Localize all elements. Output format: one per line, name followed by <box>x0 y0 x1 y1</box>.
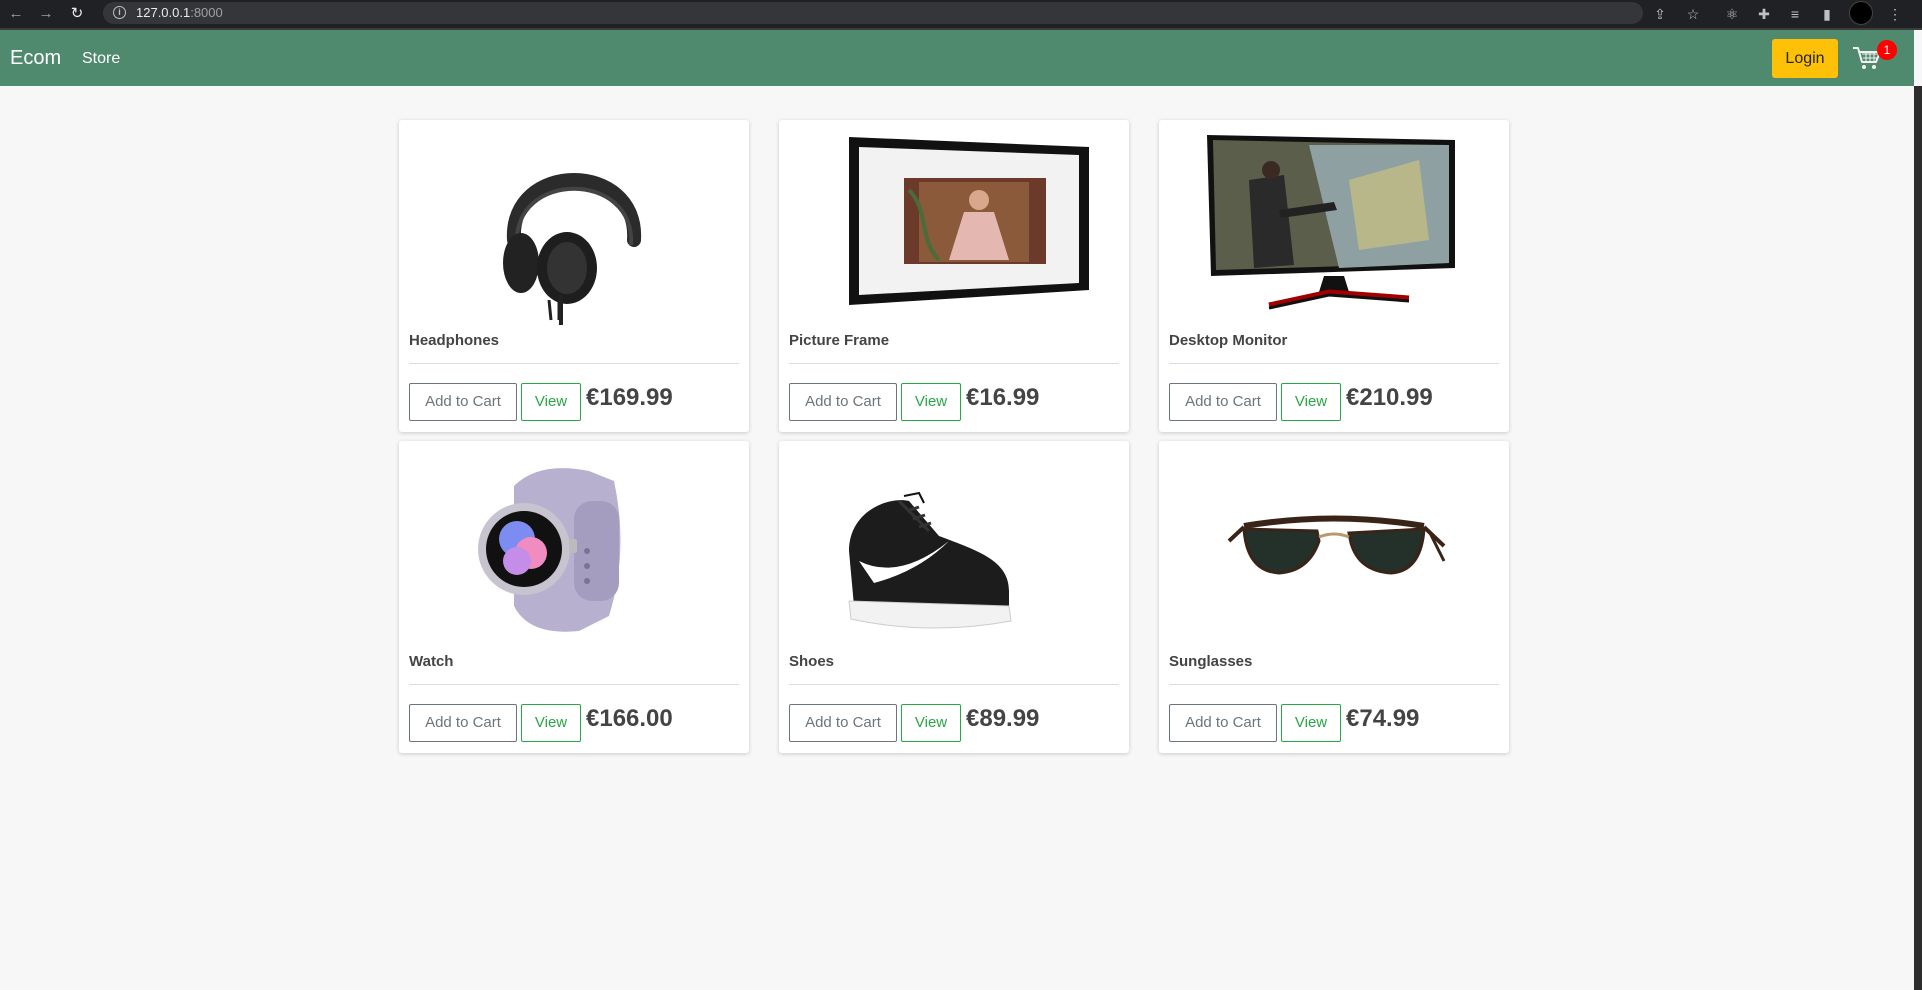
view-button[interactable]: View <box>901 704 961 742</box>
product-name: Desktop Monitor <box>1169 332 1288 349</box>
card-divider <box>1169 363 1499 364</box>
product-name: Picture Frame <box>789 332 890 349</box>
react-icon[interactable]: ⚛ <box>1722 4 1742 24</box>
product-name: Shoes <box>789 653 835 670</box>
product-price: €89.99 <box>966 705 1040 732</box>
forward-icon[interactable]: → <box>36 4 56 24</box>
product-card: Sunglasses Add to Cart View €74.99 <box>1159 441 1509 753</box>
product-name: Headphones <box>409 332 500 349</box>
back-icon[interactable]: ← <box>6 4 26 24</box>
product-name: Watch <box>409 653 454 670</box>
card-divider <box>789 684 1119 685</box>
info-icon[interactable]: i <box>113 6 126 19</box>
extensions-icon[interactable]: ✚ <box>1754 4 1774 24</box>
profile-avatar[interactable] <box>1849 1 1873 25</box>
reload-icon[interactable]: ↻ <box>67 4 87 24</box>
nav-store-link[interactable]: Store <box>82 50 120 68</box>
card-divider <box>1169 684 1499 685</box>
site-navbar: Ecom Store Login 1 <box>0 30 1914 86</box>
view-button[interactable]: View <box>901 383 961 421</box>
product-card: Headphones Add to Cart View €169.99 <box>399 120 749 432</box>
sunglasses-image <box>1227 515 1446 575</box>
add-to-cart-button[interactable]: Add to Cart <box>789 383 897 421</box>
star-icon[interactable]: ☆ <box>1683 4 1703 24</box>
product-price: €16.99 <box>966 384 1040 411</box>
product-price: €74.99 <box>1346 705 1420 732</box>
product-price: €166.00 <box>586 705 673 732</box>
product-price: €169.99 <box>586 384 673 411</box>
product-card: Desktop Monitor Add to Cart View €210.99 <box>1159 120 1509 432</box>
cart-count-badge: 1 <box>1877 40 1897 60</box>
login-button[interactable]: Login <box>1772 39 1838 78</box>
url-text[interactable]: 127.0.0.1:8000 <box>136 5 223 20</box>
product-card: Picture Frame Add to Cart View €16.99 <box>779 120 1129 432</box>
address-bar[interactable]: i 127.0.0.1:8000 <box>103 2 1643 24</box>
view-button[interactable]: View <box>521 704 581 742</box>
shoes-image <box>848 491 1012 629</box>
add-to-cart-button[interactable]: Add to Cart <box>409 704 517 742</box>
picture-frame-image <box>849 137 1089 305</box>
card-divider <box>409 363 739 364</box>
desktop-monitor-image <box>1207 135 1455 310</box>
reading-list-icon[interactable]: ≡ <box>1785 4 1805 24</box>
add-to-cart-button[interactable]: Add to Cart <box>1169 704 1277 742</box>
watch-image <box>478 468 621 632</box>
view-button[interactable]: View <box>521 383 581 421</box>
side-panel-icon[interactable]: ▮ <box>1817 4 1837 24</box>
add-to-cart-button[interactable]: Add to Cart <box>789 704 897 742</box>
card-divider <box>409 684 739 685</box>
headphones-image <box>503 173 642 325</box>
menu-icon[interactable]: ⋮ <box>1885 4 1905 24</box>
url-host: 127.0.0.1 <box>136 5 191 20</box>
brand-link[interactable]: Ecom <box>10 47 61 70</box>
card-divider <box>789 363 1119 364</box>
add-to-cart-button[interactable]: Add to Cart <box>1169 383 1277 421</box>
product-price: €210.99 <box>1346 384 1433 411</box>
share-icon[interactable]: ⇪ <box>1650 4 1670 24</box>
product-card: Watch Add to Cart View €166.00 <box>399 441 749 753</box>
view-button[interactable]: View <box>1281 704 1341 742</box>
scrollbar-edge <box>1914 86 1922 990</box>
add-to-cart-button[interactable]: Add to Cart <box>409 383 517 421</box>
browser-toolbar: ← → ↻ i 127.0.0.1:8000 ⇪ ☆ ⚛ ✚ ≡ ▮ ⋮ <box>0 0 1922 28</box>
view-button[interactable]: View <box>1281 383 1341 421</box>
product-name: Sunglasses <box>1169 653 1253 670</box>
url-port: :8000 <box>190 5 223 20</box>
product-card: Shoes Add to Cart View €89.99 <box>779 441 1129 753</box>
